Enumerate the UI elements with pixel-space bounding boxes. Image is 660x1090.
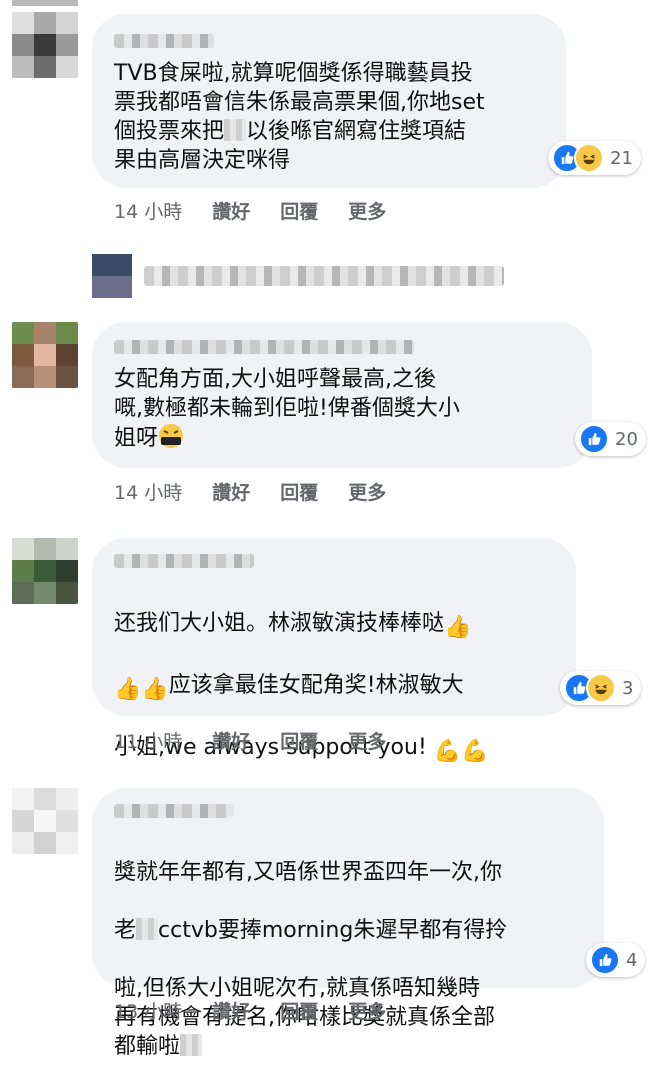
- avatar-previous[interactable]: [12, 0, 78, 6]
- reply-preview[interactable]: [92, 254, 504, 298]
- reply-button[interactable]: 回覆: [280, 197, 318, 224]
- reply-button[interactable]: 回覆: [280, 727, 318, 754]
- reply-avatar[interactable]: [92, 254, 132, 298]
- commenter-name[interactable]: [114, 340, 414, 354]
- thumbs-up-emoji: 👍👍: [114, 677, 169, 702]
- avatar[interactable]: [12, 788, 78, 854]
- reply-button[interactable]: 回覆: [280, 478, 318, 505]
- like-button[interactable]: 讚好: [212, 197, 250, 224]
- like-button[interactable]: 讚好: [212, 727, 250, 754]
- timestamp[interactable]: 14 小時: [114, 197, 182, 224]
- reply-button[interactable]: 回覆: [280, 997, 318, 1024]
- reaction-summary[interactable]: 4: [586, 943, 646, 977]
- flexed-biceps-emoji: 💪💪: [433, 739, 489, 764]
- cursing-face-emoji: [158, 423, 184, 457]
- reaction-count: 20: [615, 428, 638, 450]
- censored-word: [136, 918, 159, 940]
- avatar[interactable]: [12, 12, 78, 78]
- reaction-summary[interactable]: 21: [548, 141, 641, 175]
- comment-text: 獎就年年都有,又唔係世界盃四年一次,你 老 cctvb要捧morning朱遲早都有…: [114, 860, 508, 1059]
- reply-summary-text: [144, 266, 504, 286]
- comment-bubble: 女配角方面,大小姐呼聲最高,之後 嘅,數極都未輪到佢啦!俾番個獎大小 姐呀: [92, 322, 592, 468]
- censored-word: [224, 119, 247, 141]
- thumbs-up-emoji: 👍: [444, 615, 472, 640]
- like-button[interactable]: 讚好: [212, 997, 250, 1024]
- commenter-name[interactable]: [114, 34, 214, 48]
- more-button[interactable]: 更多: [348, 997, 386, 1024]
- comment-bubble: 还我们大小姐。林淑敏演技棒棒哒👍 👍👍应该拿最佳女配角奖!林淑敏大 小姐,we …: [92, 538, 576, 826]
- more-button[interactable]: 更多: [348, 727, 386, 754]
- like-button[interactable]: 讚好: [212, 478, 250, 505]
- more-button[interactable]: 更多: [348, 478, 386, 505]
- censored-word: [180, 1034, 203, 1056]
- avatar[interactable]: [12, 322, 78, 388]
- comment-bubble: TVB食屎啦,就算呢個獎係得職藝員投 票我都唔會信朱係最高票果個,你地set 個…: [92, 14, 566, 188]
- comment-actions: 14 小時 讚好 回覆 更多: [114, 197, 416, 224]
- commenter-name[interactable]: [114, 554, 254, 568]
- commenter-name[interactable]: [114, 804, 234, 818]
- comment-text: 女配角方面,大小姐呼聲最高,之後 嘅,數極都未輪到佢啦!俾番個獎大小 姐呀: [114, 365, 584, 457]
- timestamp[interactable]: 14 小時: [114, 478, 182, 505]
- like-reaction-icon: [579, 424, 609, 454]
- comment-actions: 14 小時 讚好 回覆 更多: [114, 478, 416, 505]
- comment-bubble: 獎就年年都有,又唔係世界盃四年一次,你 老 cctvb要捧morning朱遲早都有…: [92, 788, 604, 1059]
- avatar[interactable]: [12, 538, 78, 604]
- reaction-count: 21: [610, 147, 633, 169]
- comment-actions: 11 小時 讚好 回覆 更多: [114, 727, 416, 754]
- reaction-count: 3: [622, 677, 634, 699]
- like-reaction-icon: [590, 945, 620, 975]
- haha-reaction-icon: [574, 143, 604, 173]
- comment-actions: 13 小時 讚好 回覆 更多: [114, 997, 416, 1024]
- timestamp[interactable]: 11 小時: [114, 727, 182, 754]
- reaction-summary[interactable]: 3: [560, 671, 642, 705]
- reaction-summary[interactable]: 20: [575, 422, 646, 456]
- timestamp[interactable]: 13 小時: [114, 997, 182, 1024]
- haha-reaction-icon: [586, 673, 616, 703]
- more-button[interactable]: 更多: [348, 197, 386, 224]
- comment-text: TVB食屎啦,就算呢個獎係得職藝員投 票我都唔會信朱係最高票果個,你地set 個…: [114, 61, 485, 173]
- reaction-count: 4: [626, 949, 638, 971]
